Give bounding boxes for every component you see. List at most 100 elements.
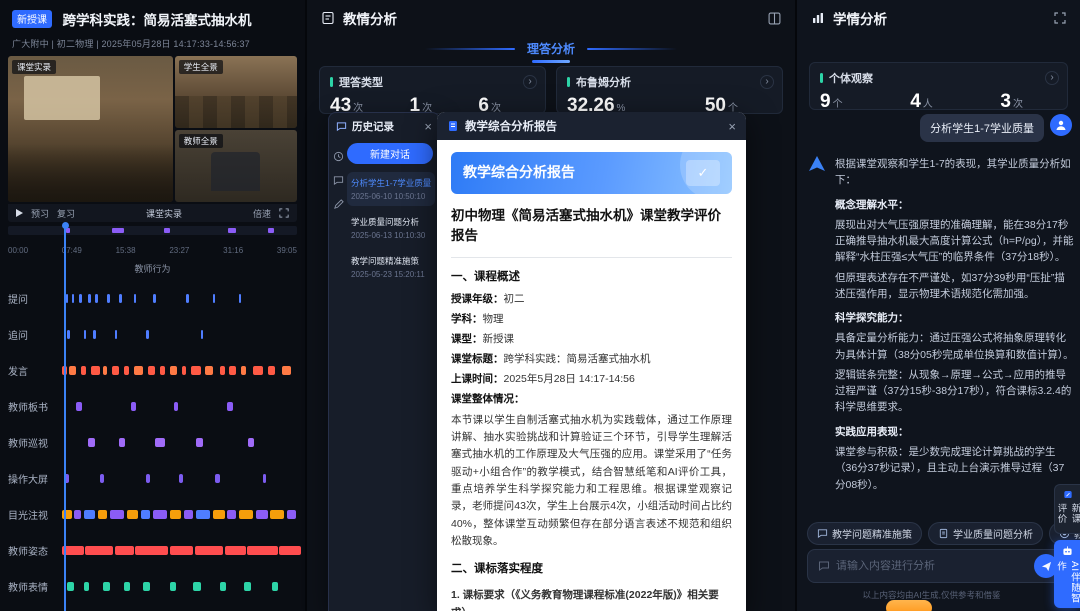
track-bar [62, 474, 301, 483]
report-document-title: 初中物理《简易活塞式抽水机》课堂教学评价报告 [451, 206, 732, 258]
chat-icon[interactable] [333, 175, 344, 186]
history-title: 历史记录 [352, 119, 419, 134]
track-segment [76, 402, 82, 411]
report-field: 上课时间：2025年5月28日 14:17-14:56 [451, 371, 732, 388]
video-controls: 预习 复习 课堂实录 倍速 [8, 204, 297, 222]
track-segment [227, 510, 237, 519]
track-segment [107, 294, 109, 303]
track-segment [67, 330, 70, 339]
stat-unit: 人 [923, 99, 933, 110]
track-segment [160, 366, 165, 375]
history-item[interactable]: 分析学生1-7学业质量2025-06-10 10:50:10 [347, 172, 435, 206]
track-row: 追问 [8, 316, 301, 352]
fullscreen-icon[interactable] [279, 208, 289, 218]
history-item-title: 分析学生1-7学业质量 [351, 177, 431, 189]
timeline-scrubber[interactable] [8, 226, 297, 235]
card-title: 个体观察 [829, 70, 873, 86]
tab-decoration-right [587, 48, 677, 50]
track-segment [81, 366, 86, 375]
track-segment [225, 546, 247, 555]
close-icon[interactable]: × [728, 120, 736, 133]
chat-icon [817, 528, 828, 539]
clock-icon[interactable] [333, 151, 344, 162]
speed-button[interactable]: 倍速 [253, 207, 271, 220]
accent-bar-icon [567, 77, 570, 87]
history-list-icon [336, 121, 347, 132]
card-reply-type[interactable]: 理答类型 › 43次1次6次 [319, 66, 546, 114]
chat-input[interactable] [836, 560, 1028, 572]
teaching-analysis-header: 教情分析 [307, 0, 795, 36]
layout-columns-icon[interactable] [768, 12, 781, 25]
track-bar [62, 510, 301, 519]
lesson-header: 新授课 跨学科实践：简易活塞式抽水机 广大附中 | 初二物理 | 2025年05… [0, 0, 305, 50]
card-bloom-analysis[interactable]: 布鲁姆分析 › 32.26%50个 [556, 66, 783, 114]
playhead[interactable] [64, 224, 66, 611]
video-students-view[interactable]: 学生全景 [175, 56, 297, 128]
track-segment [241, 366, 246, 375]
track-row: 提问 [8, 280, 301, 316]
time-axis: 00:0007:4915:3823:2731:1639:05 [8, 246, 297, 255]
report-field-label: 课堂标题： [451, 353, 504, 365]
play-icon[interactable] [16, 209, 23, 217]
track-segment [184, 510, 194, 519]
chapter-tag-2[interactable]: 复习 [57, 207, 75, 220]
floating-button-partial[interactable] [886, 600, 932, 611]
track-segment [201, 330, 203, 339]
suggestion-chip[interactable]: 教学问题精准施策 [807, 522, 922, 545]
chevron-right-icon[interactable]: › [523, 75, 537, 89]
track-segment [229, 366, 236, 375]
track-segment [95, 294, 98, 303]
track-segment [103, 582, 110, 591]
track-row: 发言 [8, 352, 301, 388]
edit-icon[interactable] [333, 199, 344, 210]
suggestion-chip[interactable]: 学业质量问题分析 [928, 522, 1043, 545]
video-main-view[interactable]: 课堂实录 [8, 56, 173, 202]
new-conversation-button[interactable]: 新建对话 [347, 143, 433, 164]
note-icon [1062, 491, 1074, 498]
track-segment [256, 510, 268, 519]
history-side-rail [333, 151, 344, 210]
track-segment [85, 546, 114, 555]
user-avatar [1050, 114, 1072, 136]
video-teacher-view[interactable]: 教师全景 [175, 130, 297, 202]
track-row: 目光注视 [8, 496, 301, 532]
video-player[interactable]: 课堂实录 学生全景 教师全景 [8, 56, 297, 202]
close-icon[interactable]: × [424, 120, 432, 133]
track-segment [103, 366, 108, 375]
track-segment [66, 294, 69, 303]
history-item[interactable]: 学业质量问题分析2025-06-13 10:10:30 [347, 211, 435, 245]
student-analysis-panel: 学情分析 个体观察 › 9个4人3次 分析学生1-7学业质量 根据课堂观察和学生… [797, 0, 1080, 611]
lesson-panel: 新授课 跨学科实践：简易活塞式抽水机 广大附中 | 初二物理 | 2025年05… [0, 0, 305, 611]
tab-reply-analysis[interactable]: 理答分析 [527, 40, 575, 59]
stat-unit: 次 [1013, 99, 1023, 110]
report-banner-title: 教学综合分析报告 [463, 161, 575, 184]
time-tick: 39:05 [277, 246, 297, 255]
video-label: 学生全景 [179, 60, 223, 74]
chevron-right-icon[interactable]: › [1045, 71, 1059, 85]
card-individual-observation[interactable]: 个体观察 › 9个4人3次 [809, 62, 1068, 110]
rail-tab-course-evaluation[interactable]: 新课评价 [1054, 484, 1080, 534]
chevron-right-icon[interactable]: › [760, 75, 774, 89]
ai-message-body: 根据课堂观察和学生1-7的表现，其学业质量分析如下：概念理解水平：展现出对大气压… [835, 152, 1074, 497]
expand-icon[interactable] [1054, 12, 1066, 24]
report-field-label: 课堂整体情况： [451, 393, 525, 405]
track-segment [69, 366, 76, 375]
analysis-tabbar: 理答分析 [307, 36, 795, 62]
track-segment [146, 330, 149, 339]
report-window-title: 教学综合分析报告 [465, 118, 722, 134]
ai-message: 根据课堂观察和学生1-7的表现，其学业质量分析如下：概念理解水平：展现出对大气压… [807, 152, 1074, 497]
history-item[interactable]: 教学问题精准施策2025-05-23 15:20:11 [347, 250, 435, 284]
report-overview-text: 本节课以学生自制活塞式抽水机为实践载体，通过工作原理讲解、抽水实验挑战和计算验证… [451, 412, 732, 551]
track-segment [220, 366, 225, 375]
time-tick: 23:27 [169, 246, 189, 255]
rail-tab-ai-assistant[interactable]: AI伴随智作 [1054, 540, 1080, 608]
report-field-label: 学科： [451, 313, 483, 325]
user-message-bubble: 分析学生1-7学业质量 [920, 114, 1044, 142]
lesson-meta: 广大附中 | 初二物理 | 2025年05月28日 14:17:33-14:56… [12, 37, 293, 50]
chapter-tag-1[interactable]: 预习 [31, 207, 49, 220]
history-item-title: 学业质量问题分析 [351, 216, 431, 228]
stat-number: 3 [1000, 91, 1011, 112]
scrub-mark [164, 228, 170, 233]
ai-paragraph: 但原理表述存在不严谨处，如37分39秒用“压扯”描述压强作用，显示物理术语规范化… [835, 270, 1074, 303]
track-segment [220, 582, 226, 591]
